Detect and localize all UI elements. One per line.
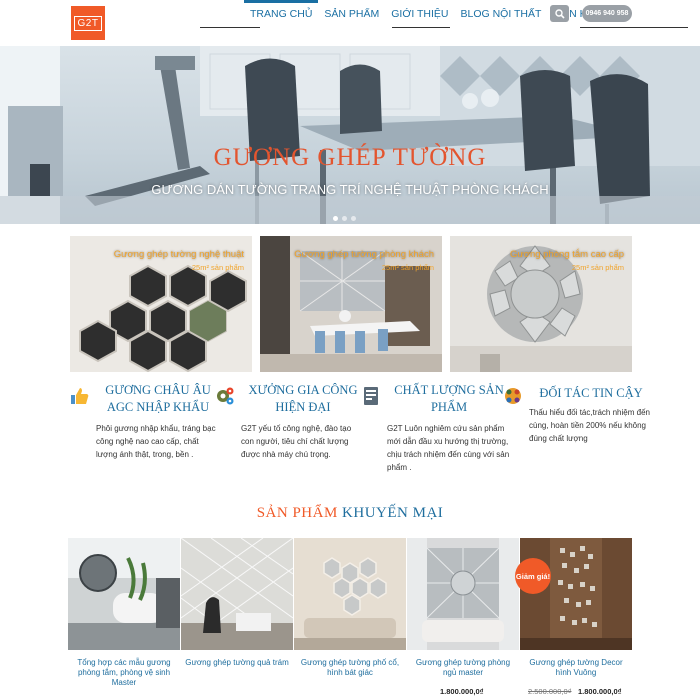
factory-icon — [217, 387, 234, 405]
feature-description: Phôi gương nhập khẩu, tráng bạc công ngh… — [96, 424, 216, 459]
logo-text: G2T — [73, 15, 103, 31]
promo-title-rest: Khuyến mại — [342, 505, 444, 521]
nav-item-home[interactable]: Trang chủ — [244, 0, 319, 28]
feature-agc: Gương Châu Âu AGC nhập khẩu Phôi gương n… — [70, 382, 220, 482]
handshake-icon — [505, 388, 521, 404]
product-price: 1.800.000,0₫ — [440, 687, 484, 696]
slider-dot[interactable] — [333, 216, 338, 221]
product-name[interactable]: Gương ghép tường Decor hình Vuông — [524, 658, 628, 678]
feature-description: G2T Luôn nghiêm cứu sản phẩm mới dẫn đầu… — [387, 424, 510, 472]
feature-partner: Đối tác tin cậy Thấu hiểu đối tác,trách … — [503, 382, 653, 482]
product-name[interactable]: Gương ghép tường phố cổ, hình bát giác — [298, 658, 402, 678]
category-tile-bathroom[interactable]: Gương phòng tắm cao cấp 25m² sản phẩm — [450, 236, 632, 372]
product-card[interactable]: Tổng hợp các mẫu gương phòng tắm, phòng … — [68, 538, 180, 700]
slider-dot[interactable] — [342, 216, 347, 221]
search-icon — [554, 8, 565, 19]
category-tile-art[interactable]: Gương ghép tường nghệ thuật 25m² sản phẩ… — [70, 236, 252, 372]
feature-title: Đối tác tin cậy — [539, 386, 643, 400]
divider-line — [392, 27, 450, 28]
product-card[interactable]: Giảm giá! Gương ghép tường Decor hình Vu… — [515, 538, 632, 700]
hero-subtitle: Gương dán tường trang trí nghệ thuật phò… — [151, 182, 549, 197]
product-name[interactable]: Gương ghép tường quả trám — [185, 658, 289, 668]
slider-dots — [333, 216, 356, 221]
product-card[interactable]: Gương ghép tường phố cổ, hình bát giác — [294, 538, 406, 700]
product-name[interactable]: Gương ghép tường phòng ngủ master — [411, 658, 515, 678]
category-tile-living[interactable]: Gương ghép tường phòng khách 25m² sản ph… — [260, 236, 442, 372]
hero-image — [0, 46, 700, 224]
product-image — [68, 538, 180, 650]
document-icon — [364, 387, 378, 405]
site-header: G2T Trang chủ Sản phẩm Giới thiệu Blog n… — [0, 0, 700, 46]
divider-line — [580, 27, 688, 28]
product-image — [181, 538, 293, 650]
product-price: 1.800.000,0₫ — [578, 687, 622, 696]
feature-quality: Chất lượng sản phẩm G2T Luôn nghiêm cứu … — [361, 382, 511, 492]
tile-title: Gương ghép tường phòng khách — [294, 249, 434, 260]
search-button[interactable] — [550, 5, 569, 22]
nav-item-about[interactable]: Giới thiệu — [385, 0, 454, 28]
feature-title: Xưởng gia công hiện đại — [248, 383, 358, 414]
sale-badge: Giảm giá! — [515, 558, 551, 594]
nav-item-blog[interactable]: Blog nội thất — [455, 0, 548, 28]
hero-title: GƯƠNG GHÉP TƯỜNG — [213, 144, 487, 171]
phone-button[interactable]: 0946 940 958 — [582, 5, 632, 22]
feature-description: Thấu hiểu đối tác,trách nhiệm đến cùng, … — [529, 408, 650, 443]
main-nav: Trang chủ Sản phẩm Giới thiệu Blog nội t… — [244, 0, 600, 28]
product-name[interactable]: Tổng hợp các mẫu gương phòng tắm, phòng … — [72, 658, 176, 688]
feature-title: Chất lượng sản phẩm — [394, 383, 504, 414]
nav-item-products[interactable]: Sản phẩm — [318, 0, 385, 28]
product-card[interactable]: Gương ghép tường quả trám — [181, 538, 293, 700]
tile-subtitle: 25m² sản phẩm — [381, 263, 434, 272]
promo-title-accent: Sản phẩm — [256, 505, 338, 521]
promo-section-title: Sản phẩm Khuyến mại — [0, 505, 700, 522]
feature-description: G2T yếu tố công nghệ, đào tạo con người,… — [241, 424, 352, 459]
tile-subtitle: 25m² sản phẩm — [571, 263, 624, 272]
tile-title: Gương phòng tắm cao cấp — [510, 249, 624, 260]
product-image — [407, 538, 519, 650]
product-image — [520, 538, 632, 650]
feature-workshop: Xưởng gia công hiện đại G2T yếu tố công … — [215, 382, 365, 482]
hero-slider[interactable]: GƯƠNG GHÉP TƯỜNG Gương dán tường trang t… — [0, 46, 700, 224]
feature-title: Gương Châu Âu AGC nhập khẩu — [105, 383, 211, 414]
product-old-price: 2.500.000,0₫ — [528, 687, 572, 696]
tile-subtitle: 25m² sản phẩm — [191, 263, 244, 272]
site-logo[interactable]: G2T — [71, 6, 105, 40]
thumbs-up-icon — [71, 388, 89, 404]
product-image — [294, 538, 406, 650]
slider-dot[interactable] — [351, 216, 356, 221]
tile-title: Gương ghép tường nghệ thuật — [113, 249, 244, 260]
product-card[interactable]: Gương ghép tường phòng ngủ master 1.800.… — [407, 538, 519, 700]
divider-line — [200, 27, 260, 28]
